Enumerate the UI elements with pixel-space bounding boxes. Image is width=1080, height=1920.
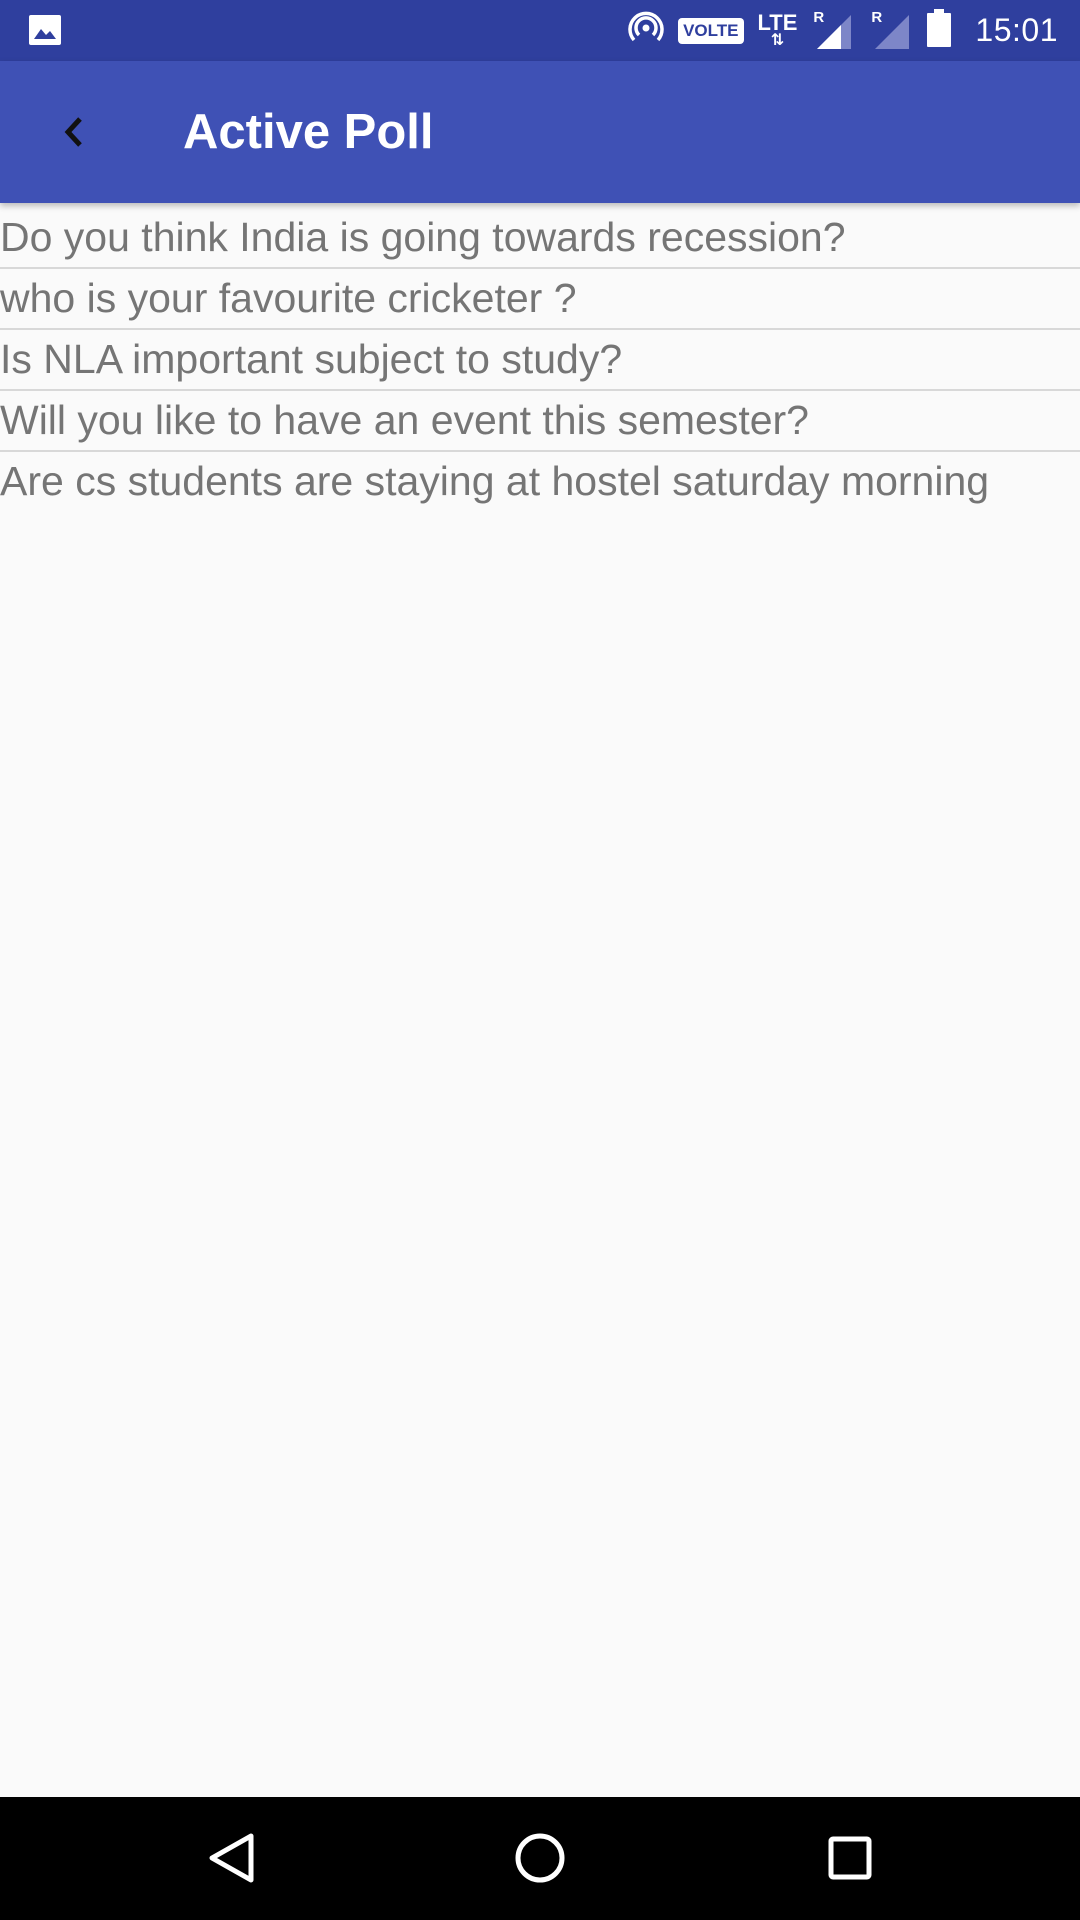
navigation-bar: [0, 1797, 1080, 1920]
status-time: 15:01: [975, 12, 1058, 48]
list-item[interactable]: Do you think India is going towards rece…: [0, 208, 1080, 269]
page-title: Active Poll: [183, 105, 434, 159]
poll-list: Do you think India is going towards rece…: [0, 208, 1080, 511]
app-bar: Active Poll: [0, 61, 1080, 203]
nav-home-button[interactable]: [505, 1823, 575, 1893]
nav-home-icon: [515, 1833, 565, 1883]
list-item[interactable]: Will you like to have an event this seme…: [0, 391, 1080, 452]
back-arrow-icon: [64, 117, 82, 147]
list-item[interactable]: Is NLA important subject to study?: [0, 330, 1080, 391]
status-icons: VOLTE LTE ⇅ R R 15:01: [628, 0, 1058, 61]
lte-label: LTE: [757, 10, 798, 35]
data-arrows-icon: ⇅: [770, 32, 785, 49]
signal-icon: R: [811, 9, 855, 51]
signal-icon: R: [869, 9, 913, 51]
list-item[interactable]: Are cs students are staying at hostel sa…: [0, 452, 1080, 511]
status-bar: VOLTE LTE ⇅ R R 15:01: [0, 0, 1080, 61]
lte-indicator: LTE ⇅: [758, 12, 798, 49]
nav-recents-button[interactable]: [815, 1823, 885, 1893]
nav-back-icon: [209, 1833, 254, 1883]
nav-recents-icon: [828, 1836, 872, 1880]
volte-badge: VOLTE: [678, 17, 744, 44]
back-button[interactable]: [42, 99, 108, 165]
battery-icon: [927, 9, 952, 52]
nav-back-button[interactable]: [196, 1823, 266, 1893]
hotspot-icon: [628, 10, 664, 51]
image-icon: [28, 14, 62, 51]
list-item[interactable]: who is your favourite cricketer ?: [0, 269, 1080, 330]
